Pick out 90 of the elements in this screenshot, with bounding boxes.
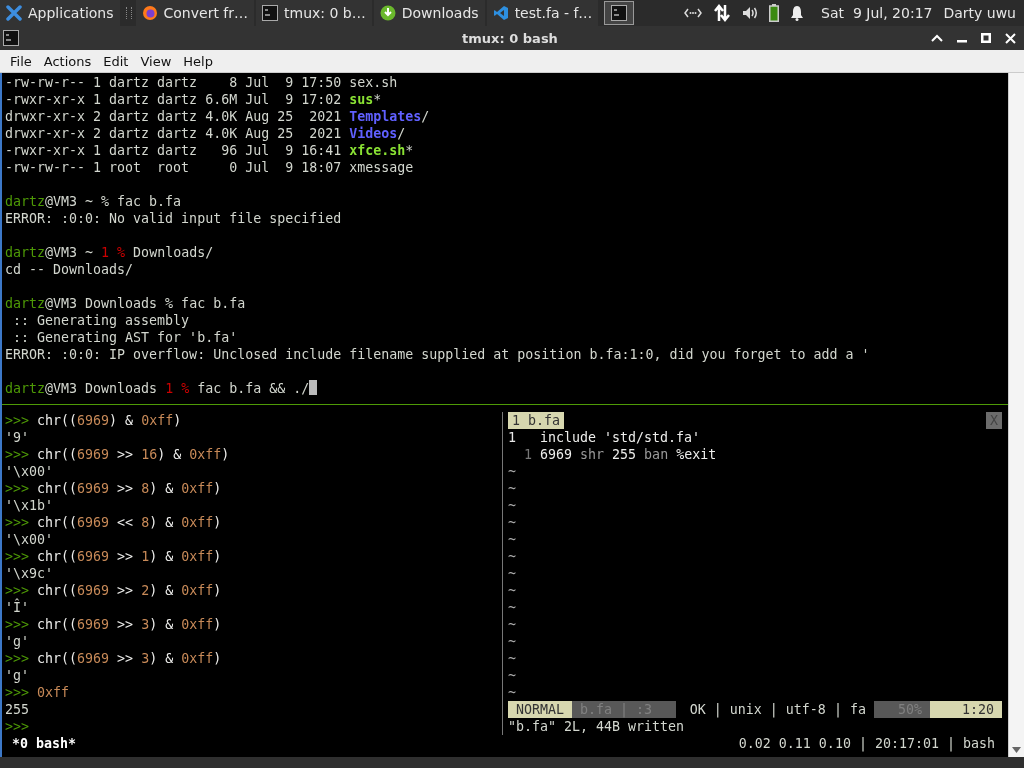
buffer-tab[interactable]: 1 b.fa [508,412,565,429]
terminal-icon [611,5,628,21]
terminal-line: 'g' [5,633,30,650]
empty-line-marker: ~ [508,480,516,497]
close-button[interactable] [1005,32,1016,44]
user-name[interactable]: Darty uwu [943,5,1016,21]
terminal-line: >>> chr((6969 >> 1) & 0xff) [5,548,222,565]
taskbar-button[interactable]: Convert fr… [135,0,255,26]
browser-icon [141,5,158,21]
terminal-line: >>> 0xff [5,684,70,701]
line-number: 1 [523,446,532,463]
terminal-line: '\x00' [5,463,54,480]
scrollbar[interactable] [1008,73,1024,757]
cursor-position: 1:20 [929,701,1002,718]
code-line: 6969 shr 255 ban %exit [540,446,717,463]
empty-line-marker: ~ [508,531,516,548]
taskbar-button[interactable]: Downloads [373,0,485,26]
terminal-line: -rwxr-xr-x 1 dartz dartz 96 Jul 9 16:41 xfce.sh* [5,142,414,159]
terminal-line: >>> chr((6969 >> 2) & 0xff) [5,582,222,598]
terminal-line: dartz@VM3 Downloads 1 % fac b.fa && ./ [5,380,310,397]
terminal-line: >>> chr((6969 >> 3) & 0xff) [5,650,222,667]
down-arrow-icon[interactable] [1012,747,1021,753]
terminal-line: 'Î' [5,599,30,616]
terminal-line: ERROR: :0:0: IP overflow: Unclosed include filename supplied at position b.fa:1:0, did you forget to add a ' [5,346,870,363]
terminal-line: -rwxr-xr-x 1 dartz dartz 6.6M Jul 9 17:02 sus* [5,91,382,108]
cross-icon [6,5,22,21]
empty-line-marker: ~ [508,616,516,633]
window-title: tmux: 0 bash [462,30,558,46]
line-number: 1 [508,429,517,446]
taskbar-button[interactable]: test.fa - f… [486,0,599,26]
tmux-window-tab[interactable]: *0 bash* [12,735,77,752]
tmux-status-info: 0.02 0.11 0.10 | 20:17:01 | bash [738,735,995,752]
code-line: include 'std/std.fa' [540,429,701,446]
terminal-line: :: Generating AST for 'b.fa' [12,329,238,346]
empty-line-marker: ~ [508,633,516,650]
terminal-line: >>> chr((6969 >> 8) & 0xff) [5,480,222,497]
message-line: "b.fa" 2L, 44B written [508,718,685,735]
terminal-line: dartz@VM3 Downloads % fac b.fa [5,295,246,312]
terminal-line: 'g' [5,667,30,684]
taskbar-button[interactable]: Applications [0,0,120,26]
terminal-line: '\x1b' [5,497,54,514]
terminal-button[interactable] [604,1,635,25]
terminal-icon [3,30,19,46]
terminal-line: dartz@VM3 ~ % fac b.fa [5,193,182,210]
terminal-icon [262,5,279,21]
empty-line-marker: ~ [508,650,516,667]
menu-item[interactable]: Actions [37,51,98,71]
empty-line-marker: ~ [508,599,516,616]
terminal-line: >>> chr((6969 >> 3) & 0xff) [5,616,222,633]
battery-icon[interactable] [769,4,780,22]
menu-item[interactable]: Edit [97,51,135,71]
file-format-info: OK | unix | utf-8 | fa [688,701,867,718]
clock[interactable]: Sat 9 Jul, 20:17 [821,5,933,21]
taskbar-button[interactable]: tmux: 0 b… [256,0,372,26]
empty-line-marker: ~ [508,684,516,701]
terminal-line: '9' [5,429,30,446]
terminal-line: drwxr-xr-x 2 dartz dartz 4.0K Aug 25 2021 Templates/ [5,108,430,125]
terminal-line: dartz@VM3 ~ 1 % Downloads/ [5,244,214,261]
menu-item[interactable]: Help [177,51,219,71]
empty-line-marker: ~ [508,514,516,531]
terminal-line: >>> chr((6969 << 8) & 0xff) [5,514,222,531]
terminal-line: :: Generating assembly [12,312,190,329]
terminal-line: '\x9c' [5,565,54,582]
terminal-line: >>> chr((6969) & 0xff) [5,412,182,429]
terminal-line: cd -- Downloads/ [5,261,134,278]
empty-line-marker: ~ [508,582,516,599]
terminal-line: -rw-rw-r-- 1 root root 0 Jul 9 18:07 xmessage [5,159,414,176]
empty-line-marker: ~ [508,565,516,582]
bell-icon[interactable] [790,5,805,21]
shade-button[interactable] [931,32,943,43]
maximize-button[interactable] [981,32,991,43]
terminal-line: -rw-rw-r-- 1 dartz dartz 8 Jul 9 17:50 sex.sh [5,74,398,91]
code-editor-icon [492,5,509,21]
terminal-line: '\x00' [5,531,54,548]
terminal-line: drwxr-xr-x 2 dartz dartz 4.0K Aug 25 2021 Videos/ [5,125,406,142]
empty-line-marker: ~ [508,463,516,480]
terminal-line: >>> chr((6969 >> 16) & 0xff) [5,446,230,463]
terminal-line: ERROR: :0:0: No valid input file specified [5,210,342,227]
menu-item[interactable]: View [134,51,178,71]
empty-line-marker: ~ [508,667,516,684]
mode-indicator: NORMAL [508,701,573,718]
menu-item[interactable]: File [4,51,38,71]
up-down-arrows-icon[interactable] [713,4,732,22]
network-icon[interactable] [684,7,703,19]
terminal-line: 255 [5,701,30,718]
volume-icon[interactable] [742,6,759,20]
empty-line-marker: ~ [508,548,516,565]
download-icon [379,5,396,21]
terminal-line: >>> [5,718,30,735]
empty-line-marker: ~ [508,497,516,514]
